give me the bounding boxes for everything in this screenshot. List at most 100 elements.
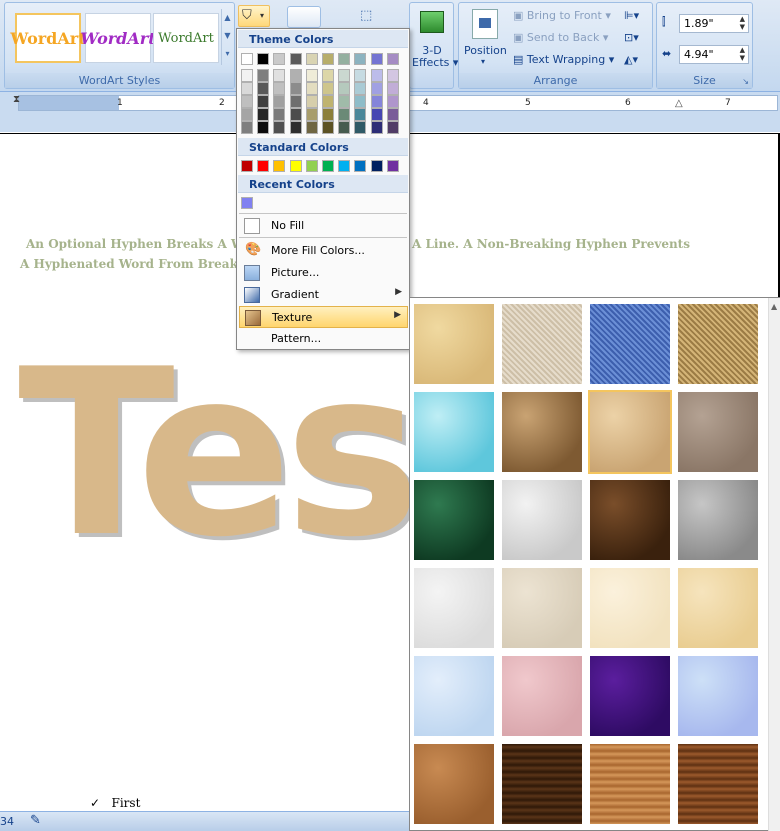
theme-color-swatch[interactable] (273, 53, 286, 65)
theme-shade-swatch[interactable] (338, 108, 351, 121)
theme-shade-swatch[interactable] (305, 95, 318, 108)
theme-shade-swatch[interactable] (241, 82, 253, 95)
theme-color-swatch[interactable] (370, 53, 383, 65)
texture-sand[interactable] (678, 392, 758, 472)
theme-shade-swatch[interactable] (305, 121, 318, 134)
theme-shade-swatch[interactable] (257, 121, 270, 134)
theme-shade-swatch[interactable] (370, 108, 383, 121)
theme-color-swatch[interactable] (322, 53, 334, 65)
align-icon[interactable]: ⊫▾ (624, 9, 639, 22)
theme-shade-swatch[interactable] (386, 121, 399, 134)
theme-shade-swatch[interactable] (338, 82, 351, 95)
texture-oak[interactable] (590, 744, 670, 824)
wordart-style-1[interactable]: WordArt (10, 13, 86, 63)
texture-woven-mat[interactable] (678, 304, 758, 384)
texture-denim[interactable] (590, 304, 670, 384)
texture-pink-tissue-paper[interactable] (502, 656, 582, 736)
theme-shade-swatch[interactable] (354, 69, 367, 82)
texture-blue-tissue-paper[interactable] (414, 656, 494, 736)
theme-shade-swatch[interactable] (322, 121, 334, 134)
picture-item[interactable]: Picture... (239, 262, 408, 284)
texture-parchment[interactable] (590, 568, 670, 648)
wordart-style-3[interactable]: WordArt (153, 13, 219, 63)
no-fill-item[interactable]: No Fill (239, 215, 408, 237)
texture-paper-bag[interactable] (502, 392, 582, 472)
pattern-item[interactable]: Pattern... (239, 328, 408, 350)
theme-color-swatch[interactable] (386, 53, 399, 65)
texture-stationery[interactable] (678, 568, 758, 648)
texture-gallery-scrollbar[interactable]: ▲ (768, 298, 780, 831)
texture-item[interactable]: Texture ▶ (239, 306, 408, 328)
wordart-object[interactable]: Tes (18, 340, 421, 570)
texture-fish-fossil[interactable] (588, 390, 672, 474)
width-input[interactable]: 4.94" ▲ ▼ (679, 45, 749, 64)
group-icon[interactable]: ⊡▾ (624, 31, 639, 44)
theme-shade-swatch[interactable] (273, 69, 286, 82)
dialog-launcher-icon[interactable]: ↘ (742, 77, 749, 86)
rotate-icon[interactable]: ◭▾ (624, 53, 638, 66)
text-wrapping-button[interactable]: ▤ Text Wrapping ▾ (513, 53, 614, 66)
height-input[interactable]: 1.89" ▲ ▼ (679, 14, 749, 33)
theme-shade-swatch[interactable] (289, 121, 302, 134)
theme-shade-swatch[interactable] (257, 69, 270, 82)
texture-bouquet[interactable] (678, 656, 758, 736)
theme-shade-swatch[interactable] (257, 108, 270, 121)
standard-color-swatch[interactable] (273, 160, 286, 172)
theme-shade-swatch[interactable] (386, 82, 399, 95)
position-button[interactable]: Position (464, 44, 507, 57)
theme-shade-swatch[interactable] (273, 121, 286, 134)
texture-water-droplets[interactable] (414, 392, 494, 472)
theme-shade-swatch[interactable] (370, 95, 383, 108)
texture-newsprint[interactable] (414, 568, 494, 648)
theme-color-swatch[interactable] (338, 53, 351, 65)
theme-shade-swatch[interactable] (370, 82, 383, 95)
texture-purple-mesh[interactable] (590, 656, 670, 736)
theme-shade-swatch[interactable] (354, 82, 367, 95)
theme-shade-swatch[interactable] (289, 108, 302, 121)
theme-shade-swatch[interactable] (273, 95, 286, 108)
theme-shade-swatch[interactable] (241, 121, 253, 134)
theme-shade-swatch[interactable] (354, 95, 367, 108)
texture-cork[interactable] (414, 744, 494, 824)
3d-effects-button[interactable]: 3-D Effects ▾ (412, 45, 458, 69)
theme-shade-swatch[interactable] (257, 82, 270, 95)
theme-shade-swatch[interactable] (386, 95, 399, 108)
theme-shade-swatch[interactable] (322, 82, 334, 95)
shadow-effects-button[interactable] (287, 6, 321, 28)
indent-marker-icon[interactable]: ⧗ (13, 94, 20, 105)
theme-shade-swatch[interactable] (338, 69, 351, 82)
standard-color-swatch[interactable] (322, 160, 334, 172)
theme-shade-swatch[interactable] (241, 69, 253, 82)
right-indent-icon[interactable]: △ (675, 98, 683, 109)
theme-shade-swatch[interactable] (305, 108, 318, 121)
theme-shade-swatch[interactable] (273, 108, 286, 121)
theme-shade-swatch[interactable] (338, 121, 351, 134)
shape-fill-button[interactable]: ⛉ ▾ (238, 5, 270, 27)
theme-color-swatch[interactable] (289, 53, 302, 65)
texture-papyrus[interactable] (414, 304, 494, 384)
theme-shade-swatch[interactable] (289, 95, 302, 108)
theme-shade-swatch[interactable] (289, 82, 302, 95)
shadow-nudge-icon[interactable]: ⬚ (360, 8, 372, 23)
standard-color-swatch[interactable] (241, 160, 253, 172)
recent-color-swatch[interactable] (241, 197, 253, 209)
standard-color-swatch[interactable] (305, 160, 318, 172)
theme-shade-swatch[interactable] (241, 108, 253, 121)
page-number[interactable]: 34 (0, 815, 14, 828)
texture-canvas[interactable] (502, 304, 582, 384)
standard-color-swatch[interactable] (289, 160, 302, 172)
standard-color-swatch[interactable] (354, 160, 367, 172)
theme-shade-swatch[interactable] (354, 121, 367, 134)
texture-white-marble[interactable] (502, 480, 582, 560)
scroll-up-icon[interactable]: ▲ (771, 302, 777, 311)
proofing-icon[interactable]: ✎ (30, 813, 41, 828)
theme-shade-swatch[interactable] (322, 69, 334, 82)
standard-color-swatch[interactable] (370, 160, 383, 172)
theme-shade-swatch[interactable] (257, 95, 270, 108)
gradient-item[interactable]: Gradient ▶ (239, 284, 408, 306)
theme-color-swatch[interactable] (241, 53, 253, 65)
more-fill-colors-item[interactable]: 🎨 More Fill Colors... (239, 240, 408, 262)
theme-shade-swatch[interactable] (338, 95, 351, 108)
theme-shade-swatch[interactable] (305, 82, 318, 95)
texture-medium-wood[interactable] (678, 744, 758, 824)
